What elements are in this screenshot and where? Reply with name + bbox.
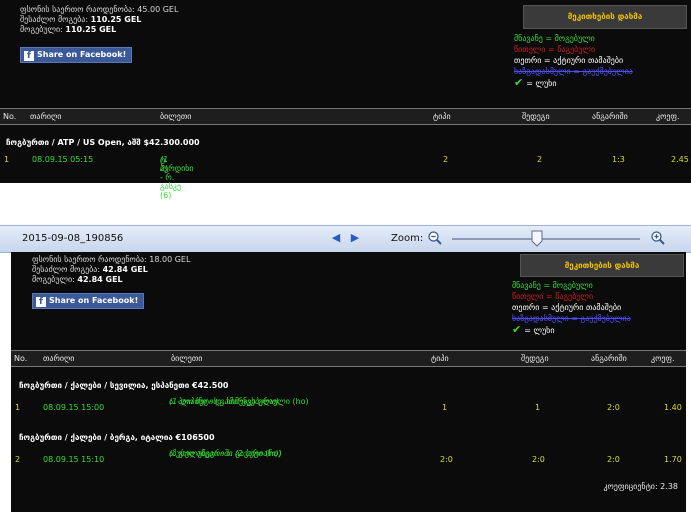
row-pick: (ზუსტი ანგარიში (2 სეტიანი)) bbox=[169, 449, 282, 458]
top-summary: ფსონის საერთო რაოდენობა: 45.00 GEL შესაძ… bbox=[20, 5, 178, 35]
col-odd: კოეფ. bbox=[656, 112, 680, 121]
table-row: 2 08.09.15 15:10 ა. გოლუბევი - ა. გავარი… bbox=[11, 447, 686, 471]
row-pick: (1 2) bbox=[160, 155, 169, 173]
legend-active: თეთრი = აქტიური თამაშები bbox=[514, 56, 624, 65]
row-no: 1 bbox=[4, 155, 10, 164]
row-result: 1 bbox=[535, 403, 541, 412]
bottom-share-facebook-button[interactable]: f Share on Facebook! bbox=[32, 293, 145, 309]
zoom-slider-track[interactable] bbox=[452, 238, 640, 240]
bottom-group-title-1: ჩოგბურთი / ქალები / სევილია, ესპანეთი €4… bbox=[19, 381, 229, 390]
row-score: 1:3 bbox=[612, 155, 625, 164]
legend-lost: წითელი = წაგებული bbox=[514, 45, 596, 54]
legend-lost: წითელი = წაგებული bbox=[512, 292, 594, 301]
row-result: 2 bbox=[537, 155, 543, 164]
top-share-facebook-button[interactable]: f Share on Facebook! bbox=[20, 47, 133, 63]
col-no: No. bbox=[3, 112, 17, 121]
prev-arrow-icon[interactable]: ◀ bbox=[330, 231, 342, 245]
zoom-out-icon[interactable] bbox=[427, 230, 443, 246]
bottom-stake-line: ფსონის საერთო რაოდენობა: 18.00 GEL bbox=[32, 255, 191, 264]
top-stake-line: ფსონის საერთო რაოდენობა: 45.00 GEL bbox=[20, 5, 179, 14]
col-result: შედეგი bbox=[521, 354, 549, 363]
top-group-title: ჩოგბურთი / ATP / US Open, აშშ $42.300.00… bbox=[6, 138, 200, 147]
legend-won: მნავანე = მოგებული bbox=[512, 281, 593, 290]
legend-active: თეთრი = აქტიური თამაშები bbox=[512, 303, 622, 312]
row-date: 08.09.15 05:15 bbox=[32, 155, 94, 164]
row-odd: 1.70 bbox=[664, 455, 682, 464]
col-score: ანგარიში bbox=[592, 112, 628, 121]
table-row: 1 08.09.15 15:00 ა. პაიპინი - დ. ხიმენეს… bbox=[11, 395, 686, 419]
bottom-table-header: No. თარიღი ბილეთი ტიპი შედეგი ანგარიში კ… bbox=[11, 350, 686, 367]
top-ticket-panel: ფსონის საერთო რაოდენობა: 45.00 GEL შესაძ… bbox=[0, 0, 691, 200]
file-name: 2015-09-08_190856 bbox=[22, 233, 124, 244]
row-result: 2:0 bbox=[532, 455, 545, 464]
zoom-label: Zoom: bbox=[391, 233, 424, 244]
legend-draw: = ლუხი bbox=[526, 79, 557, 88]
legend-draw: = ლუხი bbox=[524, 326, 555, 335]
viewer-toolbar: 2015-09-08_190856 ◀ ▶ Zoom: bbox=[0, 225, 691, 253]
bottom-win-value: 42.84 GEL bbox=[77, 275, 123, 284]
bottom-conditions-button[interactable]: მეკითხების დახმა bbox=[520, 254, 684, 277]
row-type: 2 bbox=[443, 155, 449, 164]
top-win-label: მოგებული: bbox=[20, 25, 63, 34]
row-date: 08.09.15 15:00 bbox=[43, 403, 105, 412]
row-date: 08.09.15 15:10 bbox=[43, 455, 105, 464]
bottom-possible-value: 42.84 GEL bbox=[102, 265, 148, 274]
bottom-possible-label: შესაძლო მოგება: bbox=[32, 265, 101, 274]
row-pick: (1-ლი სეტის გამარჯვებული) bbox=[169, 397, 279, 406]
row-no: 2 bbox=[15, 455, 21, 464]
col-ticket: ბილეთი bbox=[171, 354, 203, 363]
top-possible-label: შესაძლო მოგება: bbox=[20, 15, 89, 24]
row-type: 1 bbox=[442, 403, 448, 412]
legend-void: ხაზგადასმული = გაუქმებულია bbox=[514, 67, 633, 76]
col-no: No. bbox=[14, 354, 28, 363]
top-win-value: 110.25 GEL bbox=[65, 25, 117, 34]
zoom-in-icon[interactable] bbox=[650, 230, 666, 246]
col-type: ტიპი bbox=[433, 112, 451, 121]
next-arrow-icon[interactable]: ▶ bbox=[349, 231, 361, 245]
col-date: თარიღი bbox=[30, 112, 62, 121]
col-odd: კოეფ. bbox=[651, 354, 675, 363]
bottom-legend: მნავანე = მოგებული წითელი = წაგებული თეთ… bbox=[512, 280, 631, 336]
zoom-slider-thumb[interactable] bbox=[531, 230, 543, 247]
col-date: თარიღი bbox=[43, 354, 75, 363]
col-type: ტიპი bbox=[431, 354, 449, 363]
top-conditions-button[interactable]: მეკითხების დახმა bbox=[523, 5, 687, 29]
row-odd: 1.40 bbox=[664, 403, 682, 412]
table-row: 1 08.09.15 05:15 ტ. ბერდიხი - რ. გასკე (… bbox=[0, 155, 691, 200]
col-result: შედეგი bbox=[522, 112, 550, 121]
total-odd: კოეფიციენტი: 2.38 bbox=[603, 482, 678, 491]
top-possible-value: 110.25 GEL bbox=[90, 15, 142, 24]
facebook-icon: f bbox=[36, 297, 46, 307]
bottom-ticket-panel: ფსონის საერთო რაოდენობა: 18.00 GEL შესაძ… bbox=[11, 252, 686, 512]
row-score: 2:0 bbox=[607, 455, 620, 464]
row-no: 1 bbox=[15, 403, 21, 412]
row-score: 2:0 bbox=[607, 403, 620, 412]
checkmark-icon: ✔ bbox=[514, 76, 524, 89]
row-type: 2:0 bbox=[440, 455, 453, 464]
facebook-icon: f bbox=[24, 51, 34, 61]
checkmark-icon: ✔ bbox=[512, 323, 522, 336]
row-odd: 2.45 bbox=[671, 155, 689, 164]
bottom-group-title-2: ჩოგბურთი / ქალები / ბერგა, იტალია €10650… bbox=[19, 433, 215, 442]
legend-won: მნავანე = მოგებული bbox=[514, 34, 595, 43]
top-table-header: No. თარიღი ბილეთი ტიპი შედეგი ანგარიში კ… bbox=[0, 108, 691, 125]
col-score: ანგარიში bbox=[591, 354, 627, 363]
top-legend: მნავანე = მოგებული წითელი = წაგებული თეთ… bbox=[514, 33, 633, 89]
legend-void: ხაზგადასმული = გაუქმებულია bbox=[512, 314, 631, 323]
col-ticket: ბილეთი bbox=[160, 112, 192, 121]
bottom-summary: ფსონის საერთო რაოდენობა: 18.00 GEL შესაძ… bbox=[32, 255, 190, 285]
bottom-win-label: მოგებული: bbox=[32, 275, 75, 284]
